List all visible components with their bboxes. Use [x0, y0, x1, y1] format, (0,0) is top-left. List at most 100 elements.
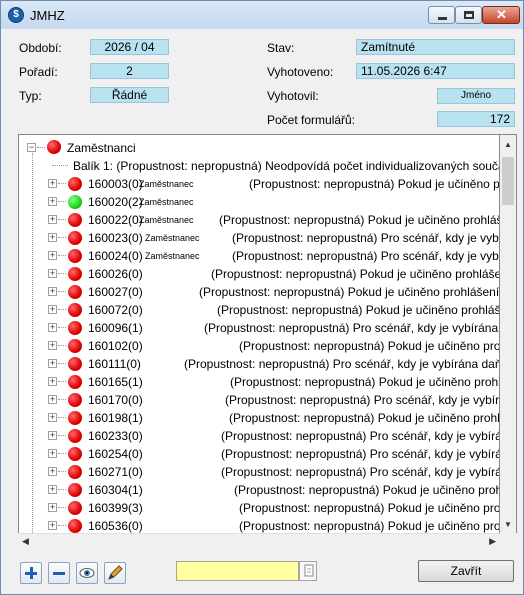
red-status-icon — [68, 357, 82, 371]
tree-row-description: (Propustnost: nepropustná) Pro scénář, k… — [225, 393, 500, 407]
vyhotovil-value: Jméno — [437, 88, 515, 104]
horizontal-scrollbar[interactable]: ◀ ▶ — [18, 533, 500, 550]
expand-icon[interactable]: + — [48, 251, 57, 260]
batch-text: Balík 1: (Propustnost: nepropustná) Neod… — [73, 159, 500, 173]
close-window-button[interactable]: ✕ — [482, 6, 520, 24]
collapse-icon[interactable]: − — [27, 143, 36, 152]
tree-row-id: 160020(2) — [88, 195, 143, 209]
red-status-icon — [68, 465, 82, 479]
expand-icon[interactable]: + — [48, 287, 57, 296]
tree-row[interactable]: +160254(0) (Propustnost: nepropustná) Pro… — [19, 445, 499, 463]
tree-row[interactable]: +160003(0) Zaměstnanec (Propustnost: nepro… — [19, 175, 499, 193]
expand-icon[interactable]: + — [48, 359, 57, 368]
tree-row-description: (Propustnost: nepropustná) Pro scénář, k… — [204, 321, 500, 335]
maximize-button[interactable] — [455, 6, 482, 24]
tree-row[interactable]: +160072(0) (Propustnost: nepropustná) Pok… — [19, 301, 499, 319]
tree-row[interactable]: +160165(1) (Propustnost: nepropustná) Pok… — [19, 373, 499, 391]
red-status-icon — [68, 339, 82, 353]
tree-row[interactable]: +160304(1) (Propustnost: nepropustná) Pok… — [19, 481, 499, 499]
tree-row-description: (Propustnost: nepropustná) Pokud je učin… — [234, 483, 500, 497]
expand-icon[interactable]: + — [48, 341, 57, 350]
title-bar[interactable]: $ JMHZ ✕ — [1, 1, 523, 29]
scroll-down-icon[interactable]: ▼ — [500, 517, 516, 533]
employee-tree[interactable]: − Zaměstnanci Balík 1: (Propustnost: nep… — [18, 134, 500, 550]
expand-icon[interactable]: + — [48, 485, 57, 494]
red-status-icon — [47, 140, 61, 154]
expand-icon[interactable]: + — [48, 215, 57, 224]
typ-label: Typ: — [19, 89, 42, 103]
minimize-button[interactable] — [428, 6, 455, 24]
close-icon: ✕ — [496, 7, 507, 22]
tree-row-id: 160170(0) — [88, 393, 143, 407]
expand-icon[interactable]: + — [48, 269, 57, 278]
tree-row[interactable]: +160170(0) (Propustnost: nepropustná) Pro… — [19, 391, 499, 409]
expand-icon[interactable]: + — [48, 179, 57, 188]
tree-row-description: (Propustnost: nepropustná) Pokud je učin… — [230, 375, 500, 389]
tree-row[interactable]: +160198(1) (Propustnost: nepropustná) Pok… — [19, 409, 499, 427]
expand-icon[interactable]: + — [48, 395, 57, 404]
tree-row-description: (Propustnost: nepropustná) Pokud je učin… — [211, 267, 500, 281]
expand-icon[interactable]: + — [48, 413, 57, 422]
tree-row-description: (Propustnost: nepropustná) Pro scénář, k… — [221, 465, 500, 479]
tree-row[interactable]: +160233(0) (Propustnost: nepropustná) Pro… — [19, 427, 499, 445]
tree-row[interactable]: +160024(0) Zaměstnanec (Propustnost: nepro… — [19, 247, 499, 265]
tree-row[interactable]: +160111(0) (Propustnost: nepropustná) Pro… — [19, 355, 499, 373]
tree-row[interactable]: +160027(0) (Propustnost: nepropustná) Pok… — [19, 283, 499, 301]
expand-icon[interactable]: + — [48, 503, 57, 512]
obdobi-value: 2026 / 04 — [90, 39, 169, 55]
scroll-up-icon[interactable]: ▲ — [500, 137, 516, 153]
pencil-icon — [108, 565, 123, 580]
tree-row[interactable]: +160271(0) (Propustnost: nepropustná) Pro… — [19, 463, 499, 481]
expand-icon[interactable]: + — [48, 449, 57, 458]
tree-row-id: 160022(0) — [88, 213, 143, 227]
poradi-value: 2 — [90, 63, 169, 79]
tree-row[interactable]: +160020(2) Zaměstnanec — [19, 193, 499, 211]
tree-row[interactable]: +160096(1) (Propustnost: nepropustná) Pro… — [19, 319, 499, 337]
expand-icon[interactable]: + — [48, 377, 57, 386]
tree-row-id: 160026(0) — [88, 267, 143, 281]
vertical-scrollbar[interactable]: ▲ ▼ — [500, 134, 517, 550]
add-button[interactable] — [20, 562, 42, 584]
tree-row[interactable]: +160022(0) Zaměstnanec (Propustnost: nepro… — [19, 211, 499, 229]
scroll-thumb[interactable] — [502, 157, 514, 205]
tree-row-id: 160165(1) — [88, 375, 143, 389]
close-button[interactable]: Zavřít — [418, 560, 514, 582]
expand-icon[interactable]: + — [48, 233, 57, 242]
red-status-icon — [68, 213, 82, 227]
tree-row[interactable]: +160026(0) (Propustnost: nepropustná) Pok… — [19, 265, 499, 283]
red-status-icon — [68, 321, 82, 335]
expand-icon[interactable]: + — [48, 467, 57, 476]
stav-label: Stav: — [267, 41, 295, 55]
minus-icon — [53, 572, 65, 575]
edit-button[interactable] — [104, 562, 126, 584]
expand-icon[interactable]: + — [48, 431, 57, 440]
tree-row-id: 160111(0) — [88, 357, 141, 371]
batch-row[interactable]: Balík 1: (Propustnost: nepropustná) Neod… — [19, 157, 499, 175]
expand-icon[interactable]: + — [48, 197, 57, 206]
green-status-icon — [68, 195, 82, 209]
expand-icon[interactable]: + — [48, 305, 57, 314]
search-input[interactable] — [176, 561, 299, 581]
scroll-left-icon[interactable]: ◀ — [22, 536, 29, 547]
scroll-right-icon[interactable]: ▶ — [489, 536, 496, 547]
tree-root[interactable]: − Zaměstnanci — [19, 139, 499, 157]
red-status-icon — [68, 231, 82, 245]
typ-value: Řádné — [90, 87, 169, 103]
tree-row-tag: Zaměstnanec — [139, 179, 194, 189]
view-button[interactable] — [76, 562, 98, 584]
tree-row-id: 160023(0) — [88, 231, 143, 245]
tree-row-description: (Propustnost: nepropustná) Pro scénář, k… — [221, 429, 500, 443]
red-status-icon — [68, 285, 82, 299]
tree-row-description: (Propustnost: nepropustná) Pro scénář, k… — [232, 231, 500, 245]
search-button[interactable] — [299, 561, 317, 581]
remove-button[interactable] — [48, 562, 70, 584]
tree-row[interactable]: +160023(0) Zaměstnanec (Propustnost: nepro… — [19, 229, 499, 247]
tree-row[interactable]: +160102(0) (Propustnost: nepropustná) Pok… — [19, 337, 499, 355]
expand-icon[interactable]: + — [48, 323, 57, 332]
tree-row[interactable]: +160399(3) (Propustnost: nepropustná) Pok… — [19, 499, 499, 517]
expand-icon[interactable]: + — [48, 521, 57, 530]
tree-row-description: (Propustnost: nepropustná) Pro scénář, k… — [221, 447, 500, 461]
poradi-label: Pořadí: — [19, 65, 58, 79]
tree-row-description: (Propustnost: nepropustná) Pokud je učin… — [239, 519, 500, 533]
tree-row-description: (Propustnost: nepropustná) Pokud je učin… — [249, 177, 500, 191]
